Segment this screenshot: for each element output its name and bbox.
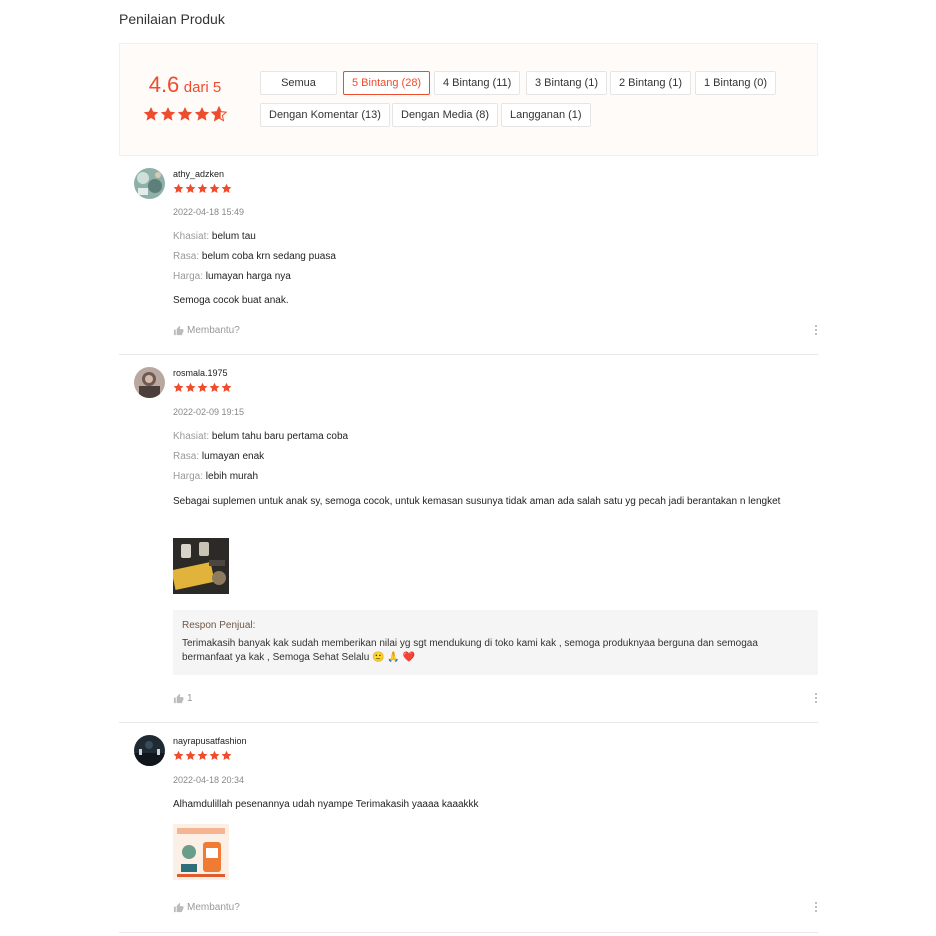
seller-reply-text: Terimakasih banyak kak sudah memberikan … [182,638,758,663]
attribute-rasa: Rasa: belum coba krn sedang puasa [173,251,336,262]
review-date: 2022-02-09 19:15 [173,407,245,417]
avatar[interactable] [134,367,165,398]
star-icon [209,750,220,761]
more-vertical-icon[interactable] [814,902,818,916]
star-icon [143,107,159,121]
review-stars [173,750,232,761]
star-icon [177,107,193,121]
helpful-button[interactable]: Membantu? [173,325,240,336]
helpful-label: Membantu? [187,902,240,913]
star-icon [173,382,184,393]
overview-stars [140,106,230,122]
thumbs-up-icon [173,693,184,704]
helpful-button[interactable]: 1 [173,693,193,704]
filter-4-stars[interactable]: 4 Bintang (11) [434,71,521,95]
username: rosmala.1975 [173,368,228,378]
review-media-thumbnail[interactable] [173,538,229,594]
attribute-key: Khasiat: [173,431,210,442]
thumbs-up-icon [173,325,184,336]
avatar[interactable] [134,735,165,766]
review-stars [173,382,232,393]
attribute-rasa: Rasa: lumayan enak [173,451,264,462]
review-comment: Semoga cocok buat anak. [173,295,289,306]
star-icon [221,382,232,393]
attribute-value: belum tahu baru pertama coba [211,431,349,442]
star-icon [173,750,184,761]
avatar[interactable] [134,168,165,199]
star-icon [185,183,196,194]
score-summary: 4.6 dari 5 [140,72,230,122]
review-comment: Sebagai suplemen untuk anak sy, semoga c… [173,496,781,507]
attribute-key: Khasiat: [173,231,210,242]
review-date: 2022-04-18 15:49 [173,207,245,217]
star-icon [209,183,220,194]
attribute-key: Harga: [173,471,204,482]
review-comment: Alhamdulillah pesenannya udah nyampe Ter… [173,799,479,810]
star-icon [185,382,196,393]
review-item: athy_adzken 2022-04-18 15:49 Khasiat: be… [119,156,818,355]
review-media-thumbnail[interactable] [173,824,229,880]
star-icon [173,183,184,194]
attribute-value: belum tau [211,231,256,242]
helpful-button[interactable]: Membantu? [173,902,240,913]
section-title: Penilaian Produk [119,11,225,27]
score-suffix: dari 5 [183,79,222,96]
thumbs-up-icon [173,902,184,913]
attribute-harga: Harga: lumayan harga nya [173,271,291,282]
star-icon [209,382,220,393]
filter-2-stars[interactable]: 2 Bintang (1) [610,71,691,95]
attribute-key: Rasa: [173,251,200,262]
attribute-value: lumayan enak [201,451,265,462]
attribute-value: lumayan harga nya [205,271,291,282]
review-stars [173,183,232,194]
star-icon [185,750,196,761]
star-icon [221,183,232,194]
filter-all[interactable]: Semua [260,71,337,95]
attribute-value: lebih murah [205,471,259,482]
attribute-harga: Harga: lebih murah [173,471,258,482]
helpful-label: Membantu? [187,325,240,336]
star-icon [197,382,208,393]
attribute-khasiat: Khasiat: belum tahu baru pertama coba [173,431,348,442]
rating-overview: 4.6 dari 5 Semua 5 Bintang (28) 4 Bintan… [119,43,818,156]
filter-3-stars[interactable]: 3 Bintang (1) [526,71,607,95]
review-item: rosmala.1975 2022-02-09 19:15 Khasiat: b… [119,355,818,723]
star-icon [197,750,208,761]
star-icon [197,183,208,194]
filter-with-comment[interactable]: Dengan Komentar (13) [260,103,390,127]
attribute-khasiat: Khasiat: belum tau [173,231,256,242]
username: nayrapusatfashion [173,736,247,746]
filter-1-star[interactable]: 1 Bintang (0) [695,71,776,95]
review-item: nayrapusatfashion 2022-04-18 20:34 Alham… [119,723,818,933]
helpful-count: 1 [187,693,193,704]
average-score: 4.6 [148,72,180,97]
half-star-icon [211,106,227,122]
filter-subscription[interactable]: Langganan (1) [501,103,591,127]
attribute-key: Harga: [173,271,204,282]
attribute-key: Rasa: [173,451,200,462]
review-date: 2022-04-18 20:34 [173,775,245,785]
star-icon [194,107,210,121]
star-icon [160,107,176,121]
more-vertical-icon[interactable] [814,325,818,339]
filter-with-media[interactable]: Dengan Media (8) [392,103,499,127]
attribute-value: belum coba krn sedang puasa [201,251,336,262]
seller-reply: Respon Penjual: Terimakasih banyak kak s… [173,610,818,675]
filter-5-stars[interactable]: 5 Bintang (28) [343,71,431,95]
seller-reply-title: Respon Penjual: [182,620,256,631]
username: athy_adzken [173,169,225,179]
more-vertical-icon[interactable] [814,693,818,707]
star-icon [221,750,232,761]
